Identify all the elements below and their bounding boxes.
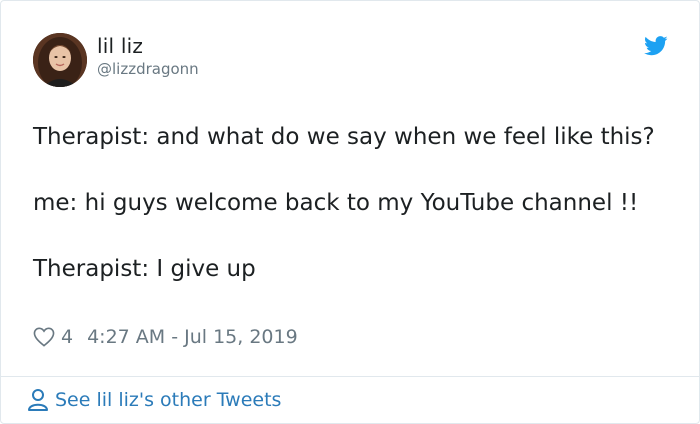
tweet-meta: 4 4:27 AM - Jul 15, 2019 [33,323,298,351]
heart-icon[interactable] [33,327,55,347]
see-other-tweets-link[interactable]: See lil liz's other Tweets [27,386,281,414]
see-other-tweets-label[interactable]: See lil liz's other Tweets [55,389,281,411]
tweet-line: me: hi guys welcome back to my YouTube c… [33,190,639,216]
tweet-text: Therapist: and what do we say when we fe… [33,121,673,286]
tweet-line: Therapist: and what do we say when we fe… [33,124,655,150]
like-count[interactable]: 4 [61,326,73,348]
timestamp[interactable]: 4:27 AM - Jul 15, 2019 [87,326,298,348]
tweet-card: lil liz @lizzdragonn Therapist: and what… [0,0,700,424]
tweet-line: Therapist: I give up [33,256,256,282]
person-icon [28,389,48,411]
author-handle[interactable]: @lizzdragonn [97,60,199,78]
twitter-bird-icon[interactable] [644,35,668,57]
author-name[interactable]: lil liz [97,34,143,58]
divider [1,376,699,377]
avatar[interactable] [33,33,87,87]
